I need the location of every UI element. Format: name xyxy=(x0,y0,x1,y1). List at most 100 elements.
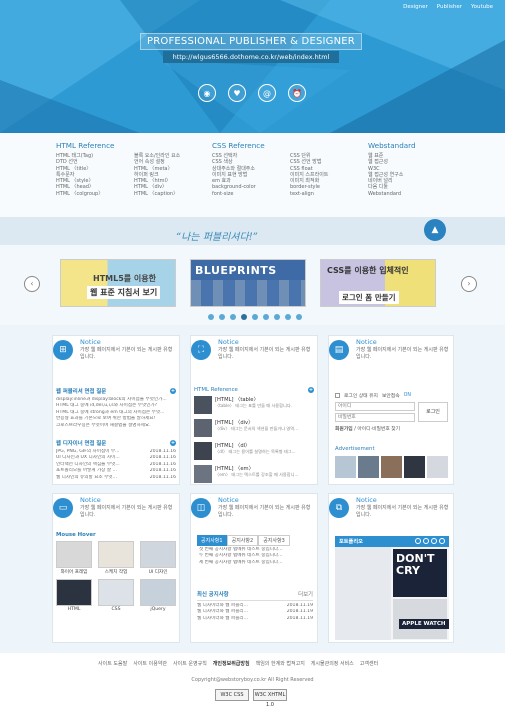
ad-image[interactable] xyxy=(381,456,402,478)
webstandard-title[interactable]: Webstandard xyxy=(368,141,416,150)
slider-dots xyxy=(208,314,302,320)
slider-dot[interactable] xyxy=(219,314,225,320)
list-item[interactable]: 웹 디자이너와 웹 퍼블리... 2018.11.19 xyxy=(197,616,313,622)
w3c-css-badge[interactable]: W3C CSS xyxy=(215,689,249,701)
control-dot[interactable] xyxy=(415,538,421,544)
chart-icon: ▤ xyxy=(329,340,349,360)
scroll-up-button[interactable]: ▲ xyxy=(424,219,446,241)
slider-dot[interactable] xyxy=(241,314,247,320)
ref-entry[interactable]: [HTML] 〈em〉 〈em〉 태그는 텍스트를 강조할 때 사용합니... xyxy=(194,465,314,487)
notice-title[interactable]: Notice xyxy=(80,338,101,346)
find-link[interactable]: / 아이디·비밀번호 찾기 xyxy=(354,427,400,432)
hover-item[interactable]: 스케치 작업 xyxy=(98,541,134,575)
slider-prev-button[interactable]: ‹ xyxy=(24,276,40,292)
tab-notice-3[interactable]: 공지사항3 xyxy=(258,535,290,546)
notice-title[interactable]: Notice xyxy=(356,496,377,504)
tab-notice-2[interactable]: 공지사항2 xyxy=(226,535,259,546)
footer-link[interactable]: 고객센터 xyxy=(360,660,378,667)
slider-dot[interactable] xyxy=(208,314,214,320)
dont-cry-tile: DON'T CRY xyxy=(393,549,447,597)
secure-toggle[interactable]: ON xyxy=(404,393,411,398)
heart-icon[interactable]: ♥ xyxy=(228,84,246,102)
w3c-xhtml-badge[interactable]: W3C XHTML 1.0 xyxy=(253,689,287,708)
hover-item[interactable]: 와이어 프레임 xyxy=(56,541,92,575)
section-title[interactable]: 웹 디자이너 면접 질문 xyxy=(56,439,106,447)
ref-link[interactable]: HTML 〈colgroup〉 xyxy=(56,191,124,197)
apple-watch-label: APPLE WATCH xyxy=(399,619,449,629)
hover-item[interactable]: CSS xyxy=(98,579,134,612)
login-button[interactable]: 로그인 xyxy=(418,402,448,422)
ad-image[interactable] xyxy=(427,456,448,478)
footer-link[interactable]: 사이트 이용약관 xyxy=(133,660,167,667)
footer-link[interactable]: 사이트 운영규칙 xyxy=(173,660,207,667)
recent-notices: 최신 공지사항 더보기 웹 디자이너와 웹 퍼블리... 2018.11.19 웹 … xyxy=(197,590,313,622)
footer-link[interactable]: 개인정보취급방침 xyxy=(213,660,250,667)
nav-publisher[interactable]: Publisher xyxy=(437,4,462,10)
slider-dot[interactable] xyxy=(230,314,236,320)
footer-link[interactable]: 사이트 도움말 xyxy=(98,660,127,667)
notice-title[interactable]: Notice xyxy=(356,338,377,346)
ref-entry[interactable]: [HTML] 〈dl〉 〈dl〉 태그는 용어를 설명하는 목록형 태그... xyxy=(194,442,314,464)
hero-url[interactable]: http://wlgus6566.dothome.co.kr/web/index… xyxy=(163,51,339,63)
slide-3[interactable]: CSS를 이용한 입체적인 로그인 폼 만들기 xyxy=(320,259,436,307)
at-icon[interactable]: @ xyxy=(258,84,276,102)
keep-login-checkbox[interactable] xyxy=(335,393,340,398)
ref-link[interactable]: HTML 〈caption〉 xyxy=(134,191,180,197)
slider-dot[interactable] xyxy=(296,314,302,320)
plus-icon[interactable]: + xyxy=(170,388,176,394)
slide-1[interactable]: HTML5를 이용한 웹 표준 지침서 보기 xyxy=(60,259,176,307)
slide-3-top: CSS를 이용한 입체적인 xyxy=(327,266,409,275)
target-icon[interactable]: ◉ xyxy=(198,84,216,102)
id-input[interactable] xyxy=(335,402,415,411)
html-reference-title[interactable]: HTML Reference xyxy=(56,141,180,150)
css-reference-title[interactable]: CSS Reference xyxy=(212,141,328,150)
notice-title[interactable]: Notice xyxy=(218,338,239,346)
slider-next-button[interactable]: › xyxy=(461,276,477,292)
plus-icon[interactable]: + xyxy=(308,387,314,393)
list-item[interactable]: 세 번째 공지사항 탭메뉴 테스트 중입니다... xyxy=(199,560,313,566)
plus-icon[interactable]: + xyxy=(170,440,176,446)
section-title[interactable]: 웹 퍼블리셔 면접 질문 xyxy=(56,387,106,395)
clock-icon[interactable]: ⏰ xyxy=(288,84,306,102)
slide-2[interactable]: BLUEPRINTS xyxy=(190,259,306,307)
html-reference: HTML Reference HTML 태그(Tag) DTD 선언 HTML … xyxy=(56,141,180,197)
ref-link[interactable]: Webstandard xyxy=(368,191,416,197)
ref-entry[interactable]: [HTML] 〈table〉 〈table〉 태그는 표를 만들 때 사용합니다. xyxy=(194,396,314,418)
notice-title[interactable]: Notice xyxy=(218,496,239,504)
slider-dot[interactable] xyxy=(263,314,269,320)
slider-dot[interactable] xyxy=(285,314,291,320)
hover-item[interactable]: jQuery xyxy=(140,579,176,612)
nav-youtube[interactable]: Youtube xyxy=(471,4,493,10)
list-item[interactable]: 크로스브라우징은 무엇이며 해결법을 설명하세요. xyxy=(56,423,176,429)
tab-notice-1[interactable]: 공지사항1 xyxy=(197,535,227,546)
footer-link[interactable]: 책임의 한계와 법적고지 xyxy=(256,660,305,667)
footer-link[interactable]: 게시물관의정 서비스 xyxy=(311,660,354,667)
slide-1-bottom: 웹 표준 지침서 보기 xyxy=(87,286,161,299)
slider-dot[interactable] xyxy=(252,314,258,320)
notice-title[interactable]: Notice xyxy=(80,496,101,504)
ref-link[interactable]: text-align xyxy=(290,191,328,197)
section-title[interactable]: HTML Reference xyxy=(194,387,238,393)
webstandard-reference: Webstandard 웹 표준 웹 접근성 W3C 웹 접근성 연구소 네이버… xyxy=(368,141,416,197)
plus-square-icon: ⊞ xyxy=(53,340,73,360)
nav-designer[interactable]: Designer xyxy=(403,4,428,10)
ad-image[interactable] xyxy=(404,456,425,478)
slider-dot[interactable] xyxy=(274,314,280,320)
ref-entry[interactable]: [HTML] 〈div〉 〈div〉 태그는 문서의 섹션을 만들거나 영역... xyxy=(194,419,314,441)
hover-item[interactable]: UI 디자인 xyxy=(140,541,176,575)
ad-image[interactable] xyxy=(335,456,356,478)
ad-image[interactable] xyxy=(358,456,379,478)
hero-banner: Designer Publisher Youtube PROFESSIONAL … xyxy=(0,0,505,133)
control-dot[interactable] xyxy=(423,538,429,544)
portfolio-image[interactable]: DON'T CRY APPLE WATCH xyxy=(335,547,449,640)
list-item[interactable]: 웹 디자인의 유의할 요소 무엇... 2018.11.16 xyxy=(56,475,176,481)
hover-item[interactable]: HTML xyxy=(56,579,92,612)
login-form: 로그인 상태 유지 보안접속 ON 로그인 회원가입 / 아이디·비밀번호 찾기 xyxy=(335,392,449,432)
control-dot[interactable] xyxy=(431,538,437,544)
control-dot[interactable] xyxy=(439,538,445,544)
password-input[interactable] xyxy=(335,413,415,422)
join-link[interactable]: 회원가입 xyxy=(335,427,353,432)
notice-block: ⊞ Notice 가장 웹 페이지에서 기본이 되는 게시판 유형입니다. xyxy=(53,336,179,366)
more-link[interactable]: 더보기 xyxy=(298,590,313,598)
ref-link[interactable]: font-size xyxy=(212,191,280,197)
